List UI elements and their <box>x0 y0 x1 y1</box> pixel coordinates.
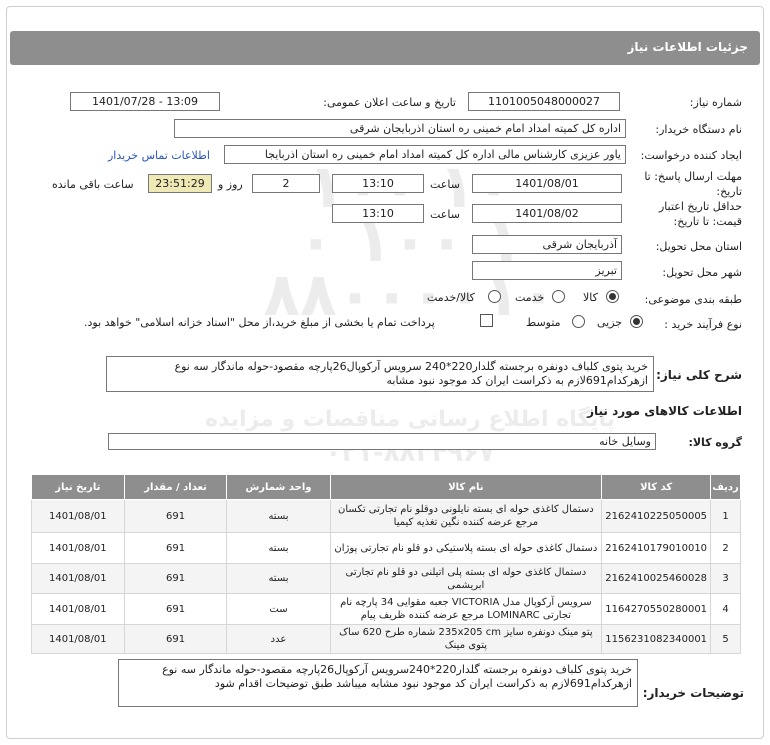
page-header: جزئیات اطلاعات نیاز <box>10 31 760 65</box>
page-title: جزئیات اطلاعات نیاز <box>627 40 748 54</box>
cell-row-number: 2 <box>710 532 741 564</box>
goods-group-field[interactable]: وسایل خانه <box>108 433 656 450</box>
price-validity-time-label: ساعت <box>430 208 460 221</box>
requester-label: ایجاد کننده درخواست: <box>640 149 742 162</box>
delivery-province-field[interactable]: آذربایجان شرقی <box>472 235 622 254</box>
table-header-row: ردیف کد کالا نام کالا واحد شمارش تعداد /… <box>31 474 741 500</box>
remaining-time-label: ساعت باقی مانده <box>52 178 134 191</box>
cell-code: 1164270550280001 <box>601 593 712 625</box>
category-radio-goods-service[interactable] <box>488 290 501 303</box>
buyer-notes-label: توضیحات خریدار: <box>642 686 744 700</box>
cell-name: دستمال کاغذی حوله ای بسته پلی اتیلنی دو … <box>329 563 603 594</box>
delivery-city-field[interactable]: تبریز <box>472 261 622 280</box>
cell-code: 2162410225050005 <box>601 499 712 533</box>
cell-qty: 691 <box>123 563 228 594</box>
purchase-radio-minor[interactable] <box>630 315 643 328</box>
table-row[interactable]: 2 2162410179010010 دستمال کاغذی حوله ای … <box>31 532 741 564</box>
price-validity-label-1: حداقل تاریخ اعتبار <box>658 200 742 213</box>
table-row[interactable]: 3 2162410025460028 دستمال کاغذی حوله ای … <box>31 563 741 594</box>
summary-label: شرح کلی نیاز: <box>656 368 742 382</box>
category-option-goods-service: کالا/خدمت <box>427 291 475 304</box>
category-option-service: خدمت <box>515 291 545 304</box>
cell-unit: ست <box>226 593 331 625</box>
col-header-qty: تعداد / مقدار <box>123 474 228 500</box>
summary-textbox[interactable]: خرید پتوی کلباف دونفره برجسته گلدار220*2… <box>106 356 654 392</box>
cell-row-number: 1 <box>710 499 741 533</box>
table-row[interactable]: 1 2162410225050005 دستمال کاغذی حوله ای … <box>31 499 741 533</box>
category-radio-goods[interactable] <box>606 290 619 303</box>
col-header-date: تاریخ نیاز <box>31 474 125 500</box>
delivery-province-label: استان محل تحویل: <box>655 240 742 253</box>
buyer-contact-link[interactable]: اطلاعات تماس خریدار <box>108 149 210 162</box>
announce-datetime-field[interactable]: 1401/07/28 - 13:09 <box>70 92 220 111</box>
category-option-goods: کالا <box>583 291 598 304</box>
cell-unit: بسته <box>226 563 331 594</box>
cell-qty: 691 <box>123 624 228 654</box>
response-deadline-label-1: مهلت ارسال پاسخ: تا <box>644 170 742 183</box>
price-validity-date-field[interactable]: 1401/08/02 <box>472 204 622 223</box>
cell-code: 2162410179010010 <box>601 532 712 564</box>
cell-row-number: 4 <box>710 593 741 625</box>
buyer-notes-textbox[interactable]: خرید پتوی کلباف دونفره برجسته گلدار220*2… <box>118 659 638 707</box>
price-validity-label-2: قیمت: تا تاریخ: <box>673 215 742 228</box>
cell-name: پتو مینک دونفره سایز 235x205 cm شماره طر… <box>329 624 603 654</box>
col-header-unit: واحد شمارش <box>226 474 331 500</box>
cell-unit: بسته <box>226 499 331 533</box>
purchase-option-minor: جزیی <box>597 316 623 329</box>
category-label: طبقه بندی موضوعی: <box>644 293 742 306</box>
response-date-field[interactable]: 1401/08/01 <box>472 174 622 193</box>
treasury-bonds-checkbox[interactable] <box>480 314 493 327</box>
purchase-radio-medium[interactable] <box>572 315 585 328</box>
goods-group-label: گروه کالا: <box>688 436 742 449</box>
cell-qty: 691 <box>123 593 228 625</box>
cell-code: 1156231082340001 <box>601 624 712 654</box>
price-validity-time-field[interactable]: 13:10 <box>332 204 424 223</box>
remaining-time-field: 23:51:29 <box>148 174 212 193</box>
table-row[interactable]: 4 1164270550280001 سرویس آرکوپال مدل VIC… <box>31 593 741 625</box>
purchase-option-medium: متوسط <box>526 316 561 329</box>
buyer-org-field[interactable]: اداره کل کمیته امداد امام خمینی ره استان… <box>174 119 626 138</box>
cell-qty: 691 <box>123 532 228 564</box>
cell-code: 2162410025460028 <box>601 563 712 594</box>
treasury-bonds-label: پرداخت تمام یا بخشی از مبلغ خرید،از محل … <box>84 316 435 329</box>
cell-date: 1401/08/01 <box>31 499 125 533</box>
purchase-type-label: نوع فرآیند خرید : <box>664 318 742 331</box>
buyer-org-label: نام دستگاه خریدار: <box>655 123 742 136</box>
cell-date: 1401/08/01 <box>31 624 125 654</box>
cell-row-number: 5 <box>710 624 741 654</box>
goods-table: ردیف کد کالا نام کالا واحد شمارش تعداد /… <box>31 474 741 654</box>
response-deadline-label-2: تاریخ: <box>716 185 742 198</box>
col-header-name: نام کالا <box>329 474 603 500</box>
days-label: روز و <box>218 178 243 191</box>
response-days-field[interactable]: 2 <box>252 174 320 193</box>
cell-name: سرویس آرکوپال مدل VICTORIA جعبه مقوایی 3… <box>329 593 603 625</box>
cell-row-number: 3 <box>710 563 741 594</box>
delivery-city-label: شهر محل تحویل: <box>662 266 742 279</box>
response-time-field[interactable]: 13:10 <box>332 174 424 193</box>
cell-name: دستمال کاغذی حوله ای بسته پلاستیکی دو قل… <box>329 532 603 564</box>
col-header-code: کد کالا <box>601 474 712 500</box>
response-time-label: ساعت <box>430 178 460 191</box>
cell-qty: 691 <box>123 499 228 533</box>
need-number-label: شماره نیاز: <box>689 96 742 109</box>
cell-unit: بسته <box>226 532 331 564</box>
requester-field[interactable]: یاور عزیزی کارشناس مالی اداره کل کمیته ا… <box>224 145 626 164</box>
need-number-field[interactable]: 1101005048000027 <box>468 92 620 111</box>
cell-name: دستمال کاغذی حوله ای بسته نایلونی دوقلو … <box>329 499 603 533</box>
category-radio-service[interactable] <box>552 290 565 303</box>
cell-unit: عدد <box>226 624 331 654</box>
announce-datetime-label: تاریخ و ساعت اعلان عمومی: <box>323 96 456 109</box>
cell-date: 1401/08/01 <box>31 593 125 625</box>
table-row[interactable]: 5 1156231082340001 پتو مینک دونفره سایز … <box>31 624 741 654</box>
cell-date: 1401/08/01 <box>31 532 125 564</box>
col-header-row-number: ردیف <box>710 474 741 500</box>
cell-date: 1401/08/01 <box>31 563 125 594</box>
goods-section-title: اطلاعات کالاهای مورد نیاز <box>587 404 742 418</box>
